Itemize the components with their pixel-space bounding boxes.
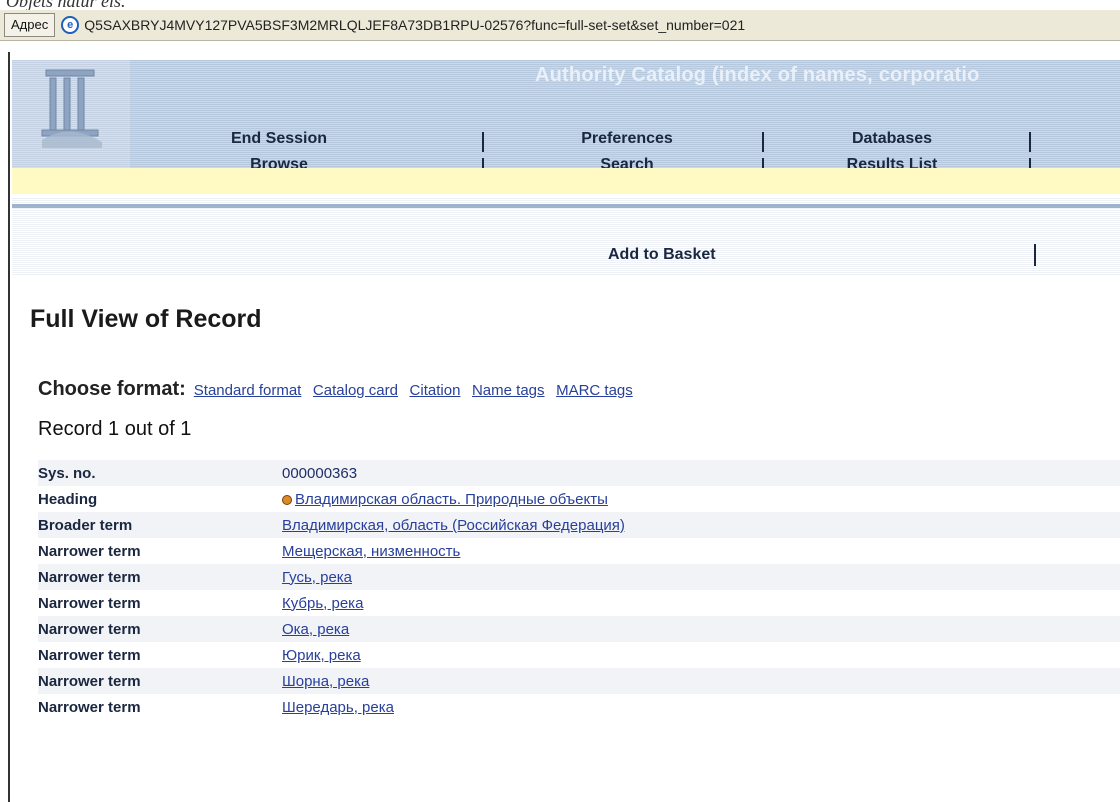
- narrower-term-link[interactable]: Шорна, река: [282, 673, 369, 690]
- format-citation-link[interactable]: Citation: [410, 382, 461, 399]
- format-marc-tags-link[interactable]: MARC tags: [556, 382, 633, 399]
- format-chooser: Choose format: Standard format Catalog c…: [38, 378, 639, 401]
- field-value: 000000363: [282, 460, 1120, 486]
- field-value: Шорна, река: [282, 668, 1120, 694]
- record-count: Record 1 out of 1: [38, 418, 192, 440]
- table-row: Narrower term Мещерская, низменность: [38, 538, 1120, 564]
- field-label: Narrower term: [38, 698, 141, 716]
- field-label: Heading: [38, 490, 98, 508]
- field-label: Narrower term: [38, 564, 282, 590]
- toolbar-separator: [1034, 244, 1036, 266]
- table-row: Narrower term Ока, река: [38, 616, 1120, 642]
- table-row: Broader term Владимирская, область (Росс…: [38, 512, 1120, 538]
- field-label: Narrower term: [38, 594, 141, 612]
- table-row: Narrower term Юрик, река: [38, 642, 1120, 668]
- field-label: Narrower term: [38, 646, 141, 664]
- narrower-term-link[interactable]: Шередарь, река: [282, 699, 394, 716]
- toolbar-rule: [12, 204, 1120, 208]
- narrower-term-link[interactable]: Кубрь, река: [282, 595, 363, 612]
- address-label: Адрес: [4, 13, 56, 37]
- table-row: Narrower term Шередарь, река: [38, 694, 1120, 720]
- field-value: Шередарь, река: [282, 694, 1120, 720]
- highlight-bar: [12, 168, 1120, 194]
- narrower-term-link[interactable]: Гусь, река: [282, 569, 352, 586]
- catalog-title: Authority Catalog (index of names, corpo…: [535, 64, 980, 86]
- nav-preferences[interactable]: Preferences: [522, 130, 732, 148]
- format-label: Choose format:: [38, 378, 186, 400]
- table-row: Narrower term Кубрь, река: [38, 590, 1120, 616]
- field-label: Narrower term: [38, 668, 282, 694]
- address-bar: Адрес e Q5SAXBRYJ4MVY127PVA5BSF3M2MRLQLJ…: [0, 10, 1120, 41]
- heading-link[interactable]: Владимирская область. Природные объекты: [295, 491, 608, 508]
- record-table: Sys. no. 000000363 Heading Владимирская …: [38, 460, 1120, 720]
- frame-border: [8, 52, 10, 802]
- field-value: Владимирская область. Природные объекты: [282, 486, 1120, 512]
- format-standard-link[interactable]: Standard format: [194, 382, 302, 399]
- page-title: Full View of Record: [30, 305, 262, 333]
- narrower-term-link[interactable]: Ока, река: [282, 621, 349, 638]
- bullet-icon: [282, 494, 292, 505]
- url-field[interactable]: Q5SAXBRYJ4MVY127PVA5BSF3M2MRLQLJEF8A73DB…: [84, 17, 745, 33]
- field-value: Кубрь, река: [282, 590, 1120, 616]
- field-label: Broader term: [38, 512, 282, 538]
- ie-page-icon: e: [61, 16, 80, 34]
- add-to-basket-button[interactable]: Add to Basket: [608, 246, 716, 264]
- nav-end-session[interactable]: End Session: [174, 130, 384, 148]
- field-value: Ока, река: [282, 616, 1120, 642]
- table-row: Sys. no. 000000363: [38, 460, 1120, 486]
- field-label: Narrower term: [38, 542, 141, 560]
- table-row: Heading Владимирская область. Природные …: [38, 486, 1120, 512]
- nav-databases[interactable]: Databases: [787, 130, 997, 148]
- nav-separator: [482, 132, 484, 152]
- field-label: Narrower term: [38, 616, 282, 642]
- field-value: Владимирская, область (Российская Федера…: [282, 512, 1120, 538]
- field-value: Гусь, река: [282, 564, 1120, 590]
- field-value: Юрик, река: [282, 642, 1120, 668]
- table-row: Narrower term Шорна, река: [38, 668, 1120, 694]
- field-value: Мещерская, низменность: [282, 538, 1120, 564]
- field-label: Sys. no.: [38, 460, 282, 486]
- nav-separator: [762, 132, 764, 152]
- broader-term-link[interactable]: Владимирская, область (Российская Федера…: [282, 517, 625, 534]
- nav-separator: [1029, 132, 1031, 152]
- format-name-tags-link[interactable]: Name tags: [472, 382, 545, 399]
- narrower-term-link[interactable]: Мещерская, низменность: [282, 543, 460, 560]
- format-catalog-card-link[interactable]: Catalog card: [313, 382, 398, 399]
- table-row: Narrower term Гусь, река: [38, 564, 1120, 590]
- narrower-term-link[interactable]: Юрик, река: [282, 647, 361, 664]
- record-toolbar: [12, 198, 1120, 276]
